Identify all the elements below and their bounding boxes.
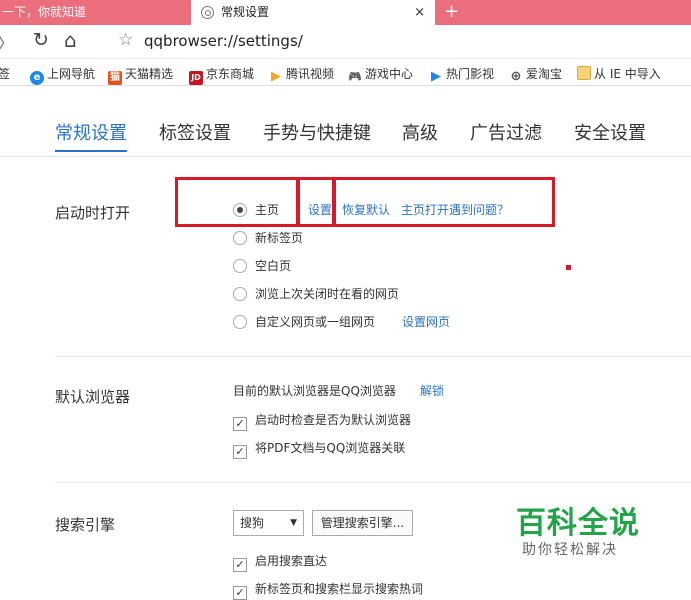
radio[interactable]: [233, 315, 247, 329]
default-browser-label: 默认浏览器: [55, 388, 131, 406]
gear-icon: [201, 6, 214, 19]
tmall-icon: 猫: [108, 71, 122, 85]
caret-down-icon: ▼: [290, 518, 297, 528]
nav-tab-advanced[interactable]: 高级: [402, 119, 438, 145]
watermark-title: 百科全说: [516, 506, 640, 541]
active-tab-underline: [55, 150, 127, 152]
folder-icon: [577, 66, 591, 80]
radio[interactable]: [233, 259, 247, 273]
startup-label: 启动时打开: [55, 204, 131, 222]
nav-tab-general[interactable]: 常规设置: [55, 119, 127, 145]
nav-tab-adblock[interactable]: 广告过滤: [470, 119, 542, 145]
bookmark-item[interactable]: JD 京东商城: [189, 65, 254, 85]
startup-option-newtab[interactable]: 新标签页: [233, 229, 303, 246]
unbind-link[interactable]: 解锁: [420, 382, 444, 399]
gamepad-icon: 🎮: [348, 70, 362, 83]
nav-tab-security[interactable]: 安全设置: [574, 119, 646, 145]
set-pages-link[interactable]: 设置网页: [402, 313, 450, 330]
watermark-subtitle: 助你轻松解决: [522, 542, 618, 558]
nav-tab-tabs[interactable]: 标签设置: [159, 119, 231, 145]
tab-title: 常规设置: [221, 5, 270, 19]
home-icon[interactable]: ⌂: [64, 28, 77, 52]
forward-icon[interactable]: 〉: [0, 30, 15, 56]
manage-search-button[interactable]: 管理搜索引擎...: [312, 510, 413, 536]
tab-inactive[interactable]: 一下，你就知道: [0, 0, 190, 25]
startup-option-last-session[interactable]: 浏览上次关闭时在看的网页: [233, 285, 399, 302]
bookmark-item[interactable]: ▶ 热门影视: [429, 65, 494, 84]
bookmark-item[interactable]: 🎮 游戏中心: [348, 65, 413, 84]
settings-nav: 常规设置 标签设置 手势与快捷键 高级 广告过滤 安全设置: [0, 87, 691, 157]
checkbox-checked[interactable]: ✓: [233, 445, 247, 459]
checkbox-checked[interactable]: ✓: [233, 586, 247, 600]
tab-bar: 一下，你就知道 常规设置 × +: [0, 0, 691, 25]
globe-icon: ⊕: [510, 69, 522, 84]
ie-icon: e: [30, 71, 44, 85]
reload-icon[interactable]: ↻: [33, 29, 49, 51]
bookmark-item[interactable]: ▶ 腾讯视频: [269, 65, 334, 84]
close-tab-icon[interactable]: ×: [414, 0, 425, 25]
checkbox-checked[interactable]: ✓: [233, 558, 247, 572]
highlight-box: [333, 177, 555, 227]
radio[interactable]: [233, 287, 247, 301]
bookmark-item[interactable]: 猫天猫精选: [108, 65, 173, 85]
watermark-logo: 百科全说 助你轻松解决: [491, 483, 667, 568]
highlight-box: [175, 177, 299, 227]
search-engine-label: 搜索引擎: [55, 516, 116, 534]
default-browser-status: 目前的默认浏览器是QQ浏览器: [233, 384, 396, 398]
bookmark-item[interactable]: 从 IE 中导入: [577, 65, 661, 82]
tab-settings[interactable]: 常规设置 ×: [191, 0, 435, 25]
address-bar: 〉 ↻ ⌂ ☆ qqbrowser://settings/: [0, 25, 691, 59]
radio[interactable]: [233, 231, 247, 245]
startup-option-blank[interactable]: 空白页: [233, 257, 291, 274]
search-direct-option[interactable]: ✓ 启用搜索直达: [233, 552, 327, 572]
bookmarks-bar: 签 e 上网导航 猫天猫精选 JD 京东商城 ▶ 腾讯视频 🎮 游戏中心 ▶ 热门影视 ⊕…: [0, 60, 691, 86]
jd-icon: JD: [189, 71, 203, 85]
bookmark-item[interactable]: ⊕ 爱淘宝: [509, 65, 562, 84]
star-icon[interactable]: ☆: [118, 30, 133, 50]
new-tab-button[interactable]: +: [444, 0, 459, 24]
startup-option-custom[interactable]: 自定义网页或一组网页: [233, 313, 375, 330]
highlight-dot: [566, 265, 571, 270]
section-divider: [55, 356, 691, 357]
url-input[interactable]: qqbrowser://settings/: [144, 32, 303, 50]
bookmark-item[interactable]: e 上网导航: [30, 65, 95, 85]
checkbox-checked[interactable]: ✓: [233, 417, 247, 431]
play-icon: ▶: [431, 69, 441, 84]
tencent-video-icon: ▶: [271, 69, 281, 84]
nav-tab-gestures[interactable]: 手势与快捷键: [263, 119, 371, 145]
bookmark-item[interactable]: 签: [0, 65, 10, 82]
pdf-assoc-option[interactable]: ✓ 将PDF文档与QQ浏览器关联: [233, 439, 405, 459]
search-engine-select[interactable]: 搜狗 ▼: [233, 510, 304, 536]
hot-words-option[interactable]: ✓ 新标签页和搜索栏显示搜索热词: [233, 580, 423, 600]
check-default-option[interactable]: ✓ 启动时检查是否为默认浏览器: [233, 411, 411, 431]
highlight-box: [297, 177, 335, 227]
